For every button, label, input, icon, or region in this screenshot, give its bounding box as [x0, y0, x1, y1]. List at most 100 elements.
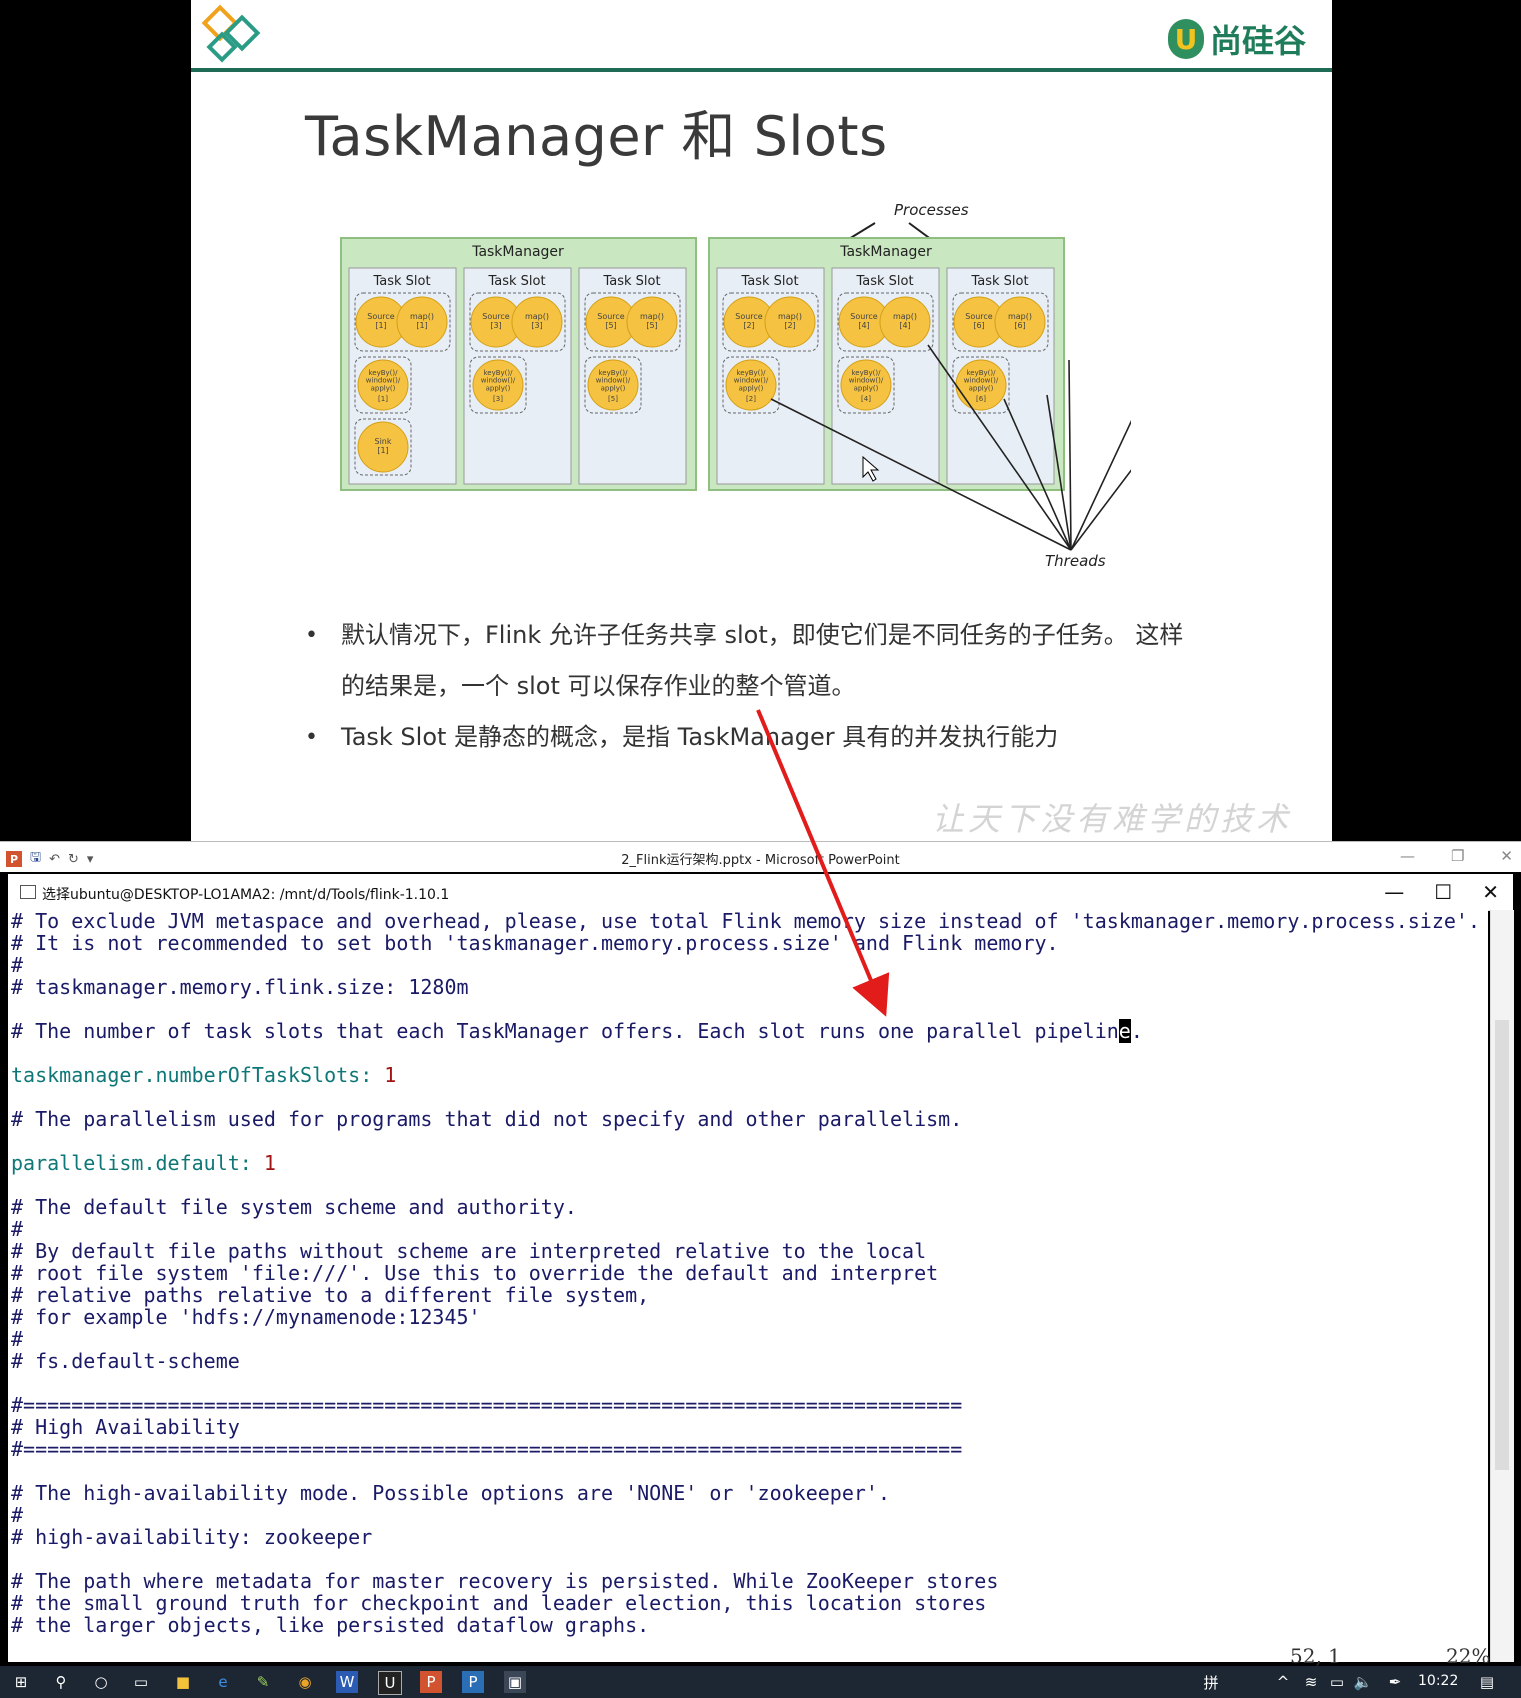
close-icon[interactable]: ✕ [1500, 847, 1513, 865]
task-slot-label: Task Slot [740, 274, 798, 289]
volume-icon[interactable]: 🔈 [1352, 1671, 1374, 1693]
brand-logo: U 尚硅谷 [1167, 16, 1306, 62]
terminal-line: parallelism.default: 1 [8, 1152, 1488, 1174]
config-value: 1 [263, 1151, 276, 1175]
close-icon[interactable]: ✕ [1482, 880, 1499, 904]
terminal-line: # fs.default-scheme [11, 1349, 240, 1373]
terminal-line: # The number of task slots that each Tas… [11, 1019, 1143, 1043]
notepad-icon[interactable]: ✎ [252, 1671, 274, 1693]
terminal-line: # It is not recommended to set both 'tas… [11, 931, 1059, 955]
minimize-icon[interactable]: — [1384, 880, 1404, 904]
scrollbar-thumb[interactable] [1495, 1020, 1509, 1470]
header-divider [191, 68, 1332, 72]
terminal-line: # high-availability: zookeeper [11, 1525, 373, 1549]
config-key: parallelism.default: [11, 1151, 264, 1175]
terminal-line: # the small ground truth for checkpoint … [11, 1591, 987, 1615]
brand-name: 尚硅谷 [1209, 22, 1306, 60]
bullet-list: • 默认情况下，Flink 允许子任务共享 slot，即使它们是不同任务的子任务… [305, 610, 1305, 763]
threads-arrow [1068, 359, 1072, 551]
text-cursor: e [1118, 1019, 1131, 1043]
terminal-line: # By default file paths without scheme a… [11, 1239, 927, 1263]
terminal-line: # [11, 1327, 24, 1351]
terminal-line: # The parallelism used for programs that… [11, 1107, 963, 1131]
task-slot-label: Task Slot [855, 274, 913, 289]
terminal-taskbar-icon[interactable]: ▣ [504, 1671, 526, 1693]
threads-arrow [1070, 419, 1131, 551]
ubuntu-icon[interactable]: U [378, 1671, 402, 1695]
terminal-line: # The high-availability mode. Possible o… [11, 1481, 890, 1505]
maximize-icon[interactable]: ☐ [1434, 880, 1452, 904]
bullet-text: 默认情况下，Flink 允许子任务共享 slot，即使它们是不同任务的子任务。 … [341, 621, 1184, 649]
terminal-line: # High Availability [11, 1415, 240, 1439]
terminal-icon [20, 885, 36, 899]
task-slot-label: Task Slot [970, 274, 1028, 289]
battery-icon[interactable]: ▭ [1326, 1671, 1348, 1693]
tray-chevron-icon[interactable]: ^ [1272, 1671, 1294, 1693]
slogan-watermark: 让天下没有难学的技术 [931, 800, 1292, 838]
brand-u-icon: U [1167, 19, 1204, 59]
windows-taskbar: ⊞ ⚲ ○ ▭ ■ e ✎ ◉ W U P P ▣ 拼 ^ ≋ ▭ 🔈 ✒ 10… [0, 1666, 1521, 1698]
taskbar-clock[interactable]: 10:22 [1418, 1673, 1458, 1689]
bullet-dot: • [305, 725, 318, 750]
terminal-scrollbar[interactable] [1490, 910, 1514, 1662]
terminal-line: # [11, 953, 24, 977]
cursor-position: 52, 1 [1290, 1644, 1341, 1668]
terminal-line: #=======================================… [11, 1437, 963, 1461]
taskmanager-label: TaskManager [471, 244, 564, 260]
config-value: 1 [384, 1063, 397, 1087]
terminal-line: # [11, 1217, 24, 1241]
cortana-icon[interactable]: ○ [90, 1671, 112, 1693]
publisher-icon[interactable]: P [462, 1671, 484, 1693]
slide-title: TaskManager 和 Slots [305, 105, 888, 168]
threads-arrow [1070, 469, 1131, 551]
word-icon[interactable]: W [336, 1671, 358, 1693]
terminal-editor[interactable]: # To exclude JVM metaspace and overhead,… [8, 910, 1488, 1662]
task-view-icon[interactable]: ▭ [130, 1671, 152, 1693]
chrome-icon[interactable]: ◉ [294, 1671, 316, 1693]
restore-icon[interactable]: ❐ [1451, 847, 1464, 865]
terminal-line: # To exclude JVM metaspace and overhead,… [11, 910, 1481, 933]
pen-icon[interactable]: ✒ [1384, 1671, 1406, 1693]
bullet-text: Task Slot 是静态的概念，是指 TaskManager 具有的并发执行能… [341, 723, 1059, 751]
terminal-line: # The default file system scheme and aut… [11, 1195, 577, 1219]
bullet-item: • 默认情况下，Flink 允许子任务共享 slot，即使它们是不同任务的子任务… [305, 610, 1305, 661]
keyby-index-label: [2] [746, 395, 756, 403]
powerpoint-taskbar-icon[interactable]: P [420, 1671, 442, 1693]
bullet-text: 的结果是，一个 slot 可以保存作业的整个管道。 [341, 672, 856, 700]
bullet-item-continuation: 的结果是，一个 slot 可以保存作业的整个管道。 [305, 661, 1305, 712]
threads-label: Threads [1045, 552, 1106, 570]
terminal-line: #=======================================… [11, 1393, 963, 1417]
keyby-index-label: [3] [493, 395, 503, 403]
terminal-line: # for example 'hdfs://mynamenode:12345' [11, 1305, 481, 1329]
terminal-line: # taskmanager.memory.flink.size: 1280m [11, 975, 469, 999]
start-icon[interactable]: ⊞ [10, 1671, 32, 1693]
terminal-title-bar: 选择ubuntu@DESKTOP-LO1AMA2: /mnt/d/Tools/f… [8, 874, 1513, 911]
terminal-line: # the larger objects, like persisted dat… [11, 1613, 650, 1637]
terminal-line: # The path where metadata for master rec… [11, 1569, 999, 1593]
powerpoint-window-title: 2_Flink运行架构.pptx - Microsoft PowerPoint [621, 853, 900, 868]
presentation-slide: U 尚硅谷 TaskManager 和 Slots Processes Task… [191, 0, 1332, 841]
search-icon[interactable]: ⚲ [50, 1671, 72, 1693]
keyby-index-label: [5] [608, 395, 618, 403]
task-slot-label: Task Slot [487, 274, 545, 289]
file-explorer-icon[interactable]: ■ [172, 1671, 194, 1693]
config-key: taskmanager.numberOfTaskSlots: [11, 1063, 385, 1087]
edge-icon[interactable]: e [212, 1671, 234, 1693]
terminal-line: taskmanager.numberOfTaskSlots: 1 [8, 1064, 1488, 1086]
scroll-percentage: 22% [1446, 1644, 1491, 1668]
ime-icon[interactable]: 拼 [1200, 1671, 1222, 1693]
terminal-line: # [11, 1503, 24, 1527]
task-slot-label: Task Slot [602, 274, 660, 289]
wifi-icon[interactable]: ≋ [1300, 1671, 1322, 1693]
keyby-index-label: [1] [378, 395, 388, 403]
logo-diamonds-icon [201, 4, 261, 63]
powerpoint-window-controls: — ❐ ✕ [1400, 847, 1513, 865]
minimize-icon[interactable]: — [1400, 847, 1415, 865]
bullet-dot: • [305, 623, 318, 648]
notifications-icon[interactable]: ▤ [1476, 1671, 1498, 1693]
